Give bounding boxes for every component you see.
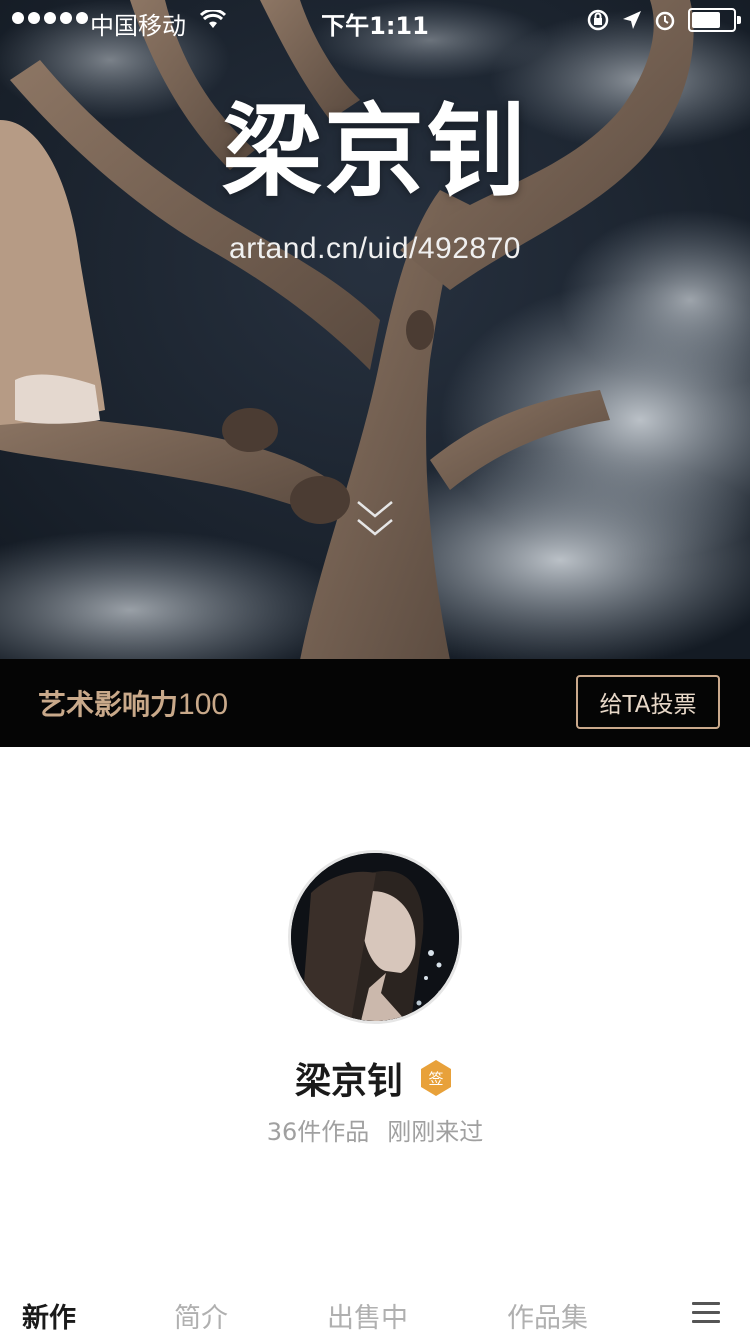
profile-meta: 36件作品 刚刚来过 [0, 1112, 750, 1147]
influence-label: 艺术影响力 [38, 688, 179, 721]
influence-value: 100 [178, 688, 229, 721]
chevron-double-down-icon[interactable] [355, 498, 395, 542]
battery-icon [688, 8, 741, 32]
avatar[interactable] [288, 850, 462, 1024]
tab-introduction[interactable]: 简介 [174, 1296, 228, 1334]
last-seen: 刚刚来过 [387, 1118, 484, 1146]
hero-cover: 中国移动 下午1:11 梁京钊 artand.cn/uid/492870 [0, 0, 750, 660]
profile-name-row: 梁京钊 签 [0, 1052, 750, 1104]
profile-url[interactable]: artand.cn/uid/492870 [0, 232, 750, 266]
badge-label: 签 [428, 1069, 444, 1088]
location-icon [623, 11, 641, 29]
works-count: 36件作品 [266, 1118, 370, 1146]
avatar-image [291, 853, 459, 1021]
hero-title: 梁京钊 [222, 92, 528, 210]
profile-name: 梁京钊 [294, 1061, 403, 1102]
tab-new-works[interactable]: 新作 [22, 1296, 76, 1334]
vote-button[interactable]: 给TA投票 [576, 675, 720, 729]
tab-collections[interactable]: 作品集 [507, 1296, 588, 1334]
influence-bar: 艺术影响力100 给TA投票 [0, 659, 750, 747]
menu-icon[interactable] [692, 1302, 720, 1324]
alarm-icon [655, 11, 675, 31]
tab-for-sale[interactable]: 出售中 [327, 1296, 408, 1334]
signed-badge-icon: 签 [417, 1059, 455, 1097]
rotation-lock-icon [587, 9, 609, 31]
status-bar: 中国移动 下午1:11 [0, 0, 750, 40]
influence-score: 艺术影响力100 [38, 683, 228, 723]
artist-profile-page: 中国移动 下午1:11 梁京钊 artand.cn/uid/492870 艺术影… [0, 0, 750, 1334]
tab-bar: 新作 简介 出售中 作品集 [0, 1290, 750, 1334]
